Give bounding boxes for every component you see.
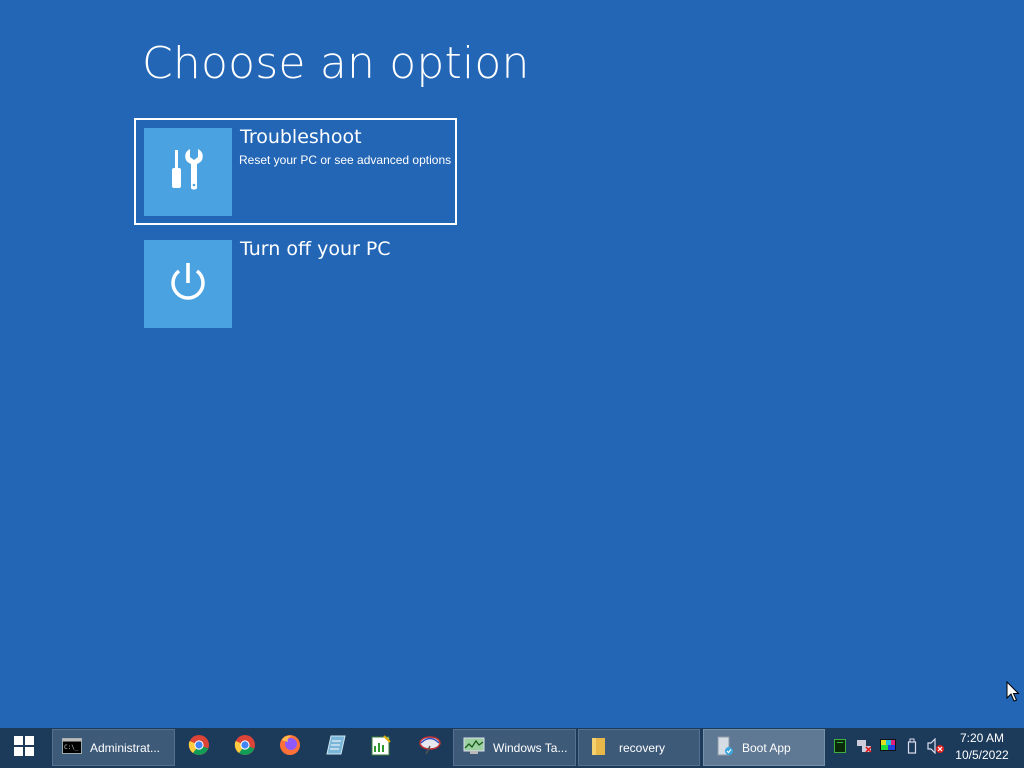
power-icon: [166, 260, 210, 309]
taskbar-pinned-chrome[interactable]: [177, 729, 221, 766]
taskbar: C:\_ Administrat... Windows Ta... recove…: [0, 728, 1024, 768]
option-tile: [144, 240, 232, 328]
option-title: Troubleshoot: [240, 126, 362, 148]
terminal-tray-icon: [834, 738, 846, 758]
task-manager-icon: [463, 737, 485, 758]
chrome-icon: [188, 734, 210, 761]
display-icon: [880, 738, 896, 758]
start-button[interactable]: [0, 728, 48, 768]
tray-network[interactable]: [852, 728, 876, 768]
taskbar-window-label: recovery: [619, 740, 666, 755]
option-troubleshoot[interactable]: Troubleshoot Reset your PC or see advanc…: [134, 118, 457, 225]
taskbar-window-administrator[interactable]: C:\_ Administrat...: [52, 729, 175, 766]
option-title: Turn off your PC: [240, 238, 391, 260]
taskbar-window-boot-app[interactable]: Boot App: [703, 729, 825, 766]
recovery-screen: Choose an option Troubleshoot Reset your…: [0, 0, 1024, 728]
boot-app-icon: [716, 736, 734, 759]
spreadsheet-icon: [370, 734, 392, 761]
tray-display[interactable]: [876, 728, 900, 768]
option-description: Reset your PC or see advanced options: [239, 153, 452, 167]
tray-usb[interactable]: [900, 728, 924, 768]
option-tile: [144, 128, 232, 216]
notepad-icon: [325, 734, 347, 761]
taskbar-clock[interactable]: 7:20 AM 10/5/2022: [946, 730, 1018, 766]
network-disconnected-icon: [856, 739, 872, 758]
network-tool-icon: [418, 734, 442, 761]
taskbar-window-task-manager[interactable]: Windows Ta...: [453, 729, 576, 766]
usb-icon: [907, 738, 917, 759]
tray-volume[interactable]: [924, 728, 948, 768]
taskbar-pinned-firefox[interactable]: [268, 729, 312, 766]
tray-terminal[interactable]: [828, 728, 852, 768]
command-prompt-icon: C:\_: [62, 738, 82, 757]
svg-text:C:\_: C:\_: [64, 744, 79, 751]
tools-icon: [168, 146, 208, 199]
taskbar-window-recovery[interactable]: recovery: [578, 729, 700, 766]
taskbar-window-label: Boot App: [742, 740, 791, 755]
taskbar-pinned-notepad[interactable]: [314, 729, 358, 766]
windows-logo-icon: [14, 735, 34, 761]
volume-muted-icon: [927, 737, 945, 759]
taskbar-pinned-network-tool[interactable]: [408, 729, 452, 766]
page-title: Choose an option: [142, 38, 530, 89]
folder-icon: [591, 736, 607, 759]
firefox-icon: [279, 734, 301, 761]
system-tray: [828, 728, 948, 768]
option-turn-off[interactable]: Turn off your PC: [134, 230, 457, 337]
taskbar-pinned-spreadsheet[interactable]: [359, 729, 403, 766]
mouse-cursor-icon: [1006, 680, 1020, 708]
taskbar-window-label: Windows Ta...: [493, 740, 568, 755]
clock-date: 10/5/2022: [955, 748, 1009, 762]
taskbar-window-label: Administrat...: [90, 740, 161, 755]
chrome-icon: [234, 734, 256, 761]
clock-time: 7:20 AM: [959, 731, 1005, 745]
taskbar-pinned-chrome-2[interactable]: [223, 729, 267, 766]
